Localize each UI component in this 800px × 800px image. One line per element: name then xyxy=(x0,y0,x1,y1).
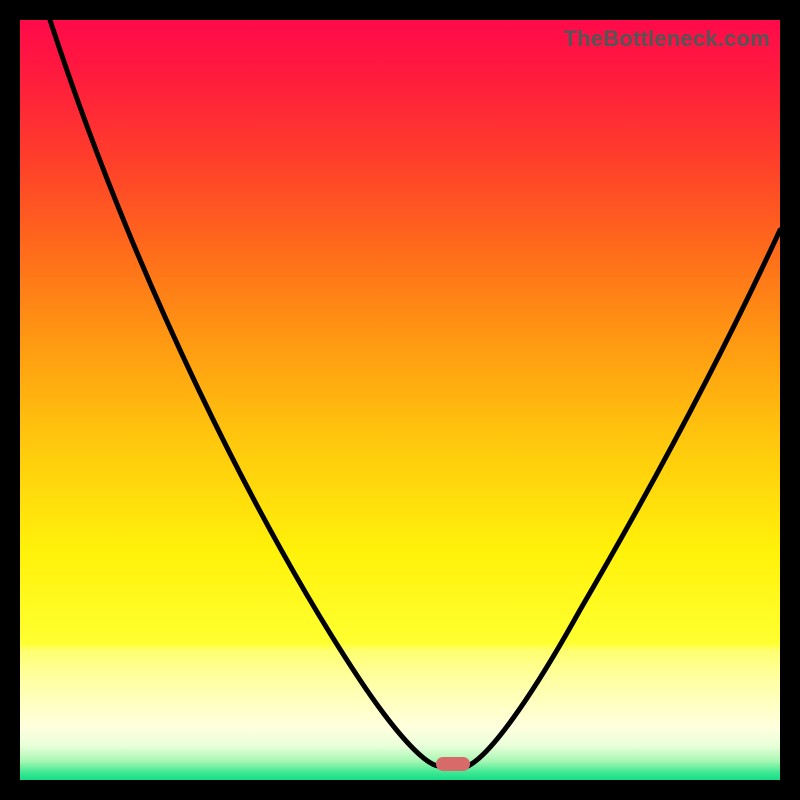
bottleneck-curve xyxy=(20,20,780,780)
minimum-marker xyxy=(436,757,470,771)
plot-area: TheBottleneck.com xyxy=(20,20,780,780)
chart-frame: TheBottleneck.com xyxy=(0,0,800,800)
watermark-text: TheBottleneck.com xyxy=(564,26,770,52)
